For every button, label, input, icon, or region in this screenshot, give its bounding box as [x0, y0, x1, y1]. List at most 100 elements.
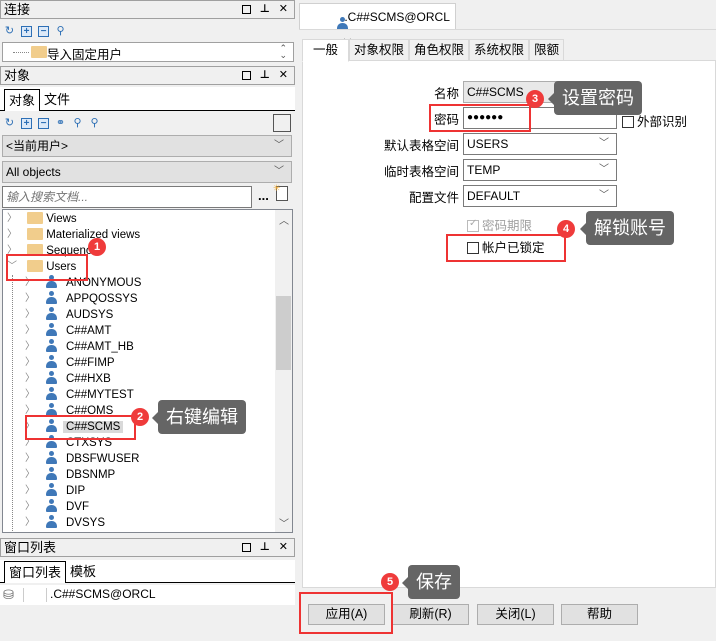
scroll-arrows[interactable]: ⌃ ⌄: [279, 44, 287, 60]
expand-icon[interactable]: +: [21, 25, 32, 37]
user-icon: [45, 339, 58, 352]
user-icon: [45, 499, 58, 512]
user-item[interactable]: 〉 DVSYS: [25, 515, 108, 531]
temp-tablespace-select[interactable]: TEMP ﹀: [463, 159, 617, 181]
expand-icon[interactable]: +: [21, 117, 32, 129]
tree-folder-views[interactable]: 〉 Views: [7, 211, 77, 227]
maximize-icon[interactable]: [241, 543, 251, 552]
chevron-right-icon[interactable]: 〉: [25, 339, 35, 355]
doc-tab[interactable]: .C##SCMS@ORCL ✕: [299, 3, 456, 50]
tab-object-privileges[interactable]: 对象权限: [349, 39, 410, 61]
tree-folder-materialized-views[interactable]: 〉 Materialized views: [7, 227, 140, 243]
chevron-right-icon[interactable]: 〉: [25, 483, 35, 499]
user-item[interactable]: 〉 AUDSYS: [25, 307, 116, 323]
user-item[interactable]: 〉 DIP: [25, 483, 88, 499]
collapse-icon[interactable]: −: [38, 117, 49, 129]
user-item[interactable]: 〉 APPQOSSYS: [25, 291, 141, 307]
chevron-right-icon[interactable]: 〉: [25, 355, 35, 371]
password-expire-checkbox: ✓ 密码期限: [467, 218, 533, 233]
user-item[interactable]: 〉 C##MYTEST: [25, 387, 137, 403]
chevron-right-icon[interactable]: 〉: [25, 515, 35, 531]
user-item[interactable]: 〉 C##HXB: [25, 371, 114, 387]
chevron-right-icon[interactable]: 〉: [25, 307, 35, 323]
find-icon[interactable]: ⚭: [55, 117, 66, 129]
connection-panel-header: 连接 ⊥ ✕: [0, 0, 295, 19]
close-icon[interactable]: ✕: [279, 539, 288, 556]
pin-icon[interactable]: ⊥: [260, 1, 270, 18]
chevron-right-icon[interactable]: 〉: [25, 499, 35, 515]
window-list-panel-header: 窗口列表 ⊥ ✕: [0, 538, 295, 557]
scroll-up-icon[interactable]: ︿: [279, 212, 289, 227]
close-icon[interactable]: ✕: [279, 1, 288, 18]
profile-label: 配置文件: [408, 191, 459, 205]
tab-templates[interactable]: 模板: [70, 561, 96, 583]
connect-icon[interactable]: ⚲: [89, 117, 100, 129]
user-item[interactable]: 〉 C##FIMP: [25, 355, 118, 371]
annotation-badge-1: 1: [88, 238, 106, 256]
user-item[interactable]: 〉 DVF: [25, 499, 92, 515]
more-button[interactable]: ...: [258, 188, 269, 203]
user-icon: [45, 515, 58, 528]
tab-role-privileges[interactable]: 角色权限: [409, 39, 470, 61]
tab-general[interactable]: 一般: [302, 39, 350, 62]
tab-system-privileges[interactable]: 系统权限: [469, 39, 530, 61]
temp-tablespace-label: 临时表格空间: [383, 165, 459, 179]
user-label: DIP: [66, 485, 86, 497]
maximize-icon[interactable]: [241, 5, 251, 14]
refresh-icon[interactable]: ↻: [4, 117, 15, 129]
connection-item[interactable]: 导入固定用户: [47, 44, 122, 63]
tab-quotas[interactable]: 限额: [529, 39, 565, 61]
refresh-button[interactable]: 刷新(R): [392, 604, 469, 625]
user-icon: [45, 291, 58, 304]
close-icon[interactable]: ✕: [279, 67, 288, 84]
collapse-icon[interactable]: −: [38, 25, 49, 37]
tab-files[interactable]: 文件: [44, 89, 70, 111]
user-label: DBSFWUSER: [66, 453, 140, 465]
chevron-right-icon[interactable]: 〉: [25, 387, 35, 403]
pin-icon[interactable]: ⊥: [260, 67, 270, 84]
search-input[interactable]: [2, 186, 252, 208]
refresh-icon[interactable]: ↻: [4, 25, 15, 37]
tree-scrollbar[interactable]: ︿ ﹀: [275, 210, 292, 532]
chevron-right-icon[interactable]: 〉: [7, 211, 17, 227]
scrollbar-thumb[interactable]: [276, 296, 291, 370]
user-icon: [45, 355, 58, 368]
checkbox-icon[interactable]: [622, 116, 634, 128]
window-list-panel-title: 窗口列表: [4, 540, 57, 555]
chevron-right-icon[interactable]: 〉: [25, 371, 35, 387]
chevron-down-icon: ﹀: [274, 166, 284, 177]
maximize-icon[interactable]: [241, 71, 251, 80]
default-tablespace-select[interactable]: USERS ﹀: [463, 133, 617, 155]
scroll-down-icon[interactable]: ﹀: [279, 515, 289, 530]
profile-select[interactable]: DEFAULT ﹀: [463, 185, 617, 207]
close-button[interactable]: 关闭(L): [477, 604, 554, 625]
user-label: C##MYTEST: [66, 389, 134, 401]
window-list-item[interactable]: ⛁ .C##SCMS@ORCL: [0, 585, 295, 605]
user-item[interactable]: 〉 DBSNMP: [25, 467, 118, 483]
filter-icon[interactable]: ⚲: [72, 117, 83, 129]
user-label: C##AMT: [66, 325, 112, 337]
folder-icon: [27, 212, 43, 224]
chevron-right-icon[interactable]: 〉: [25, 467, 35, 483]
tab-objects[interactable]: 对象: [4, 89, 41, 111]
chevron-right-icon[interactable]: 〉: [7, 227, 17, 243]
schema-select[interactable]: <当前用户> ﹀: [2, 135, 292, 157]
default-tablespace-label: 默认表格空间: [383, 139, 459, 153]
chevron-right-icon[interactable]: 〉: [25, 291, 35, 307]
tab-window-list[interactable]: 窗口列表: [4, 561, 67, 583]
chevron-right-icon[interactable]: 〉: [25, 451, 35, 467]
filter-select[interactable]: All objects ﹀: [2, 161, 292, 183]
help-button[interactable]: 帮助: [561, 604, 638, 625]
editor-tabs: 一般 对象权限 角色权限 系统权限 限额: [302, 39, 565, 62]
pin-icon[interactable]: ⊥: [260, 539, 270, 556]
connect-icon[interactable]: ⚲: [55, 25, 66, 37]
annotation-box-5: [299, 592, 393, 634]
user-item[interactable]: 〉 C##AMT: [25, 323, 114, 339]
options-toggle[interactable]: [273, 114, 291, 132]
user-item[interactable]: 〉 C##AMT_HB: [25, 339, 137, 355]
objects-panel-header: 对象 ⊥ ✕: [0, 66, 295, 85]
objects-tabs: 对象 文件: [0, 87, 295, 111]
user-item[interactable]: 〉 DBSFWUSER: [25, 451, 142, 467]
user-icon: [45, 451, 58, 464]
chevron-right-icon[interactable]: 〉: [25, 323, 35, 339]
